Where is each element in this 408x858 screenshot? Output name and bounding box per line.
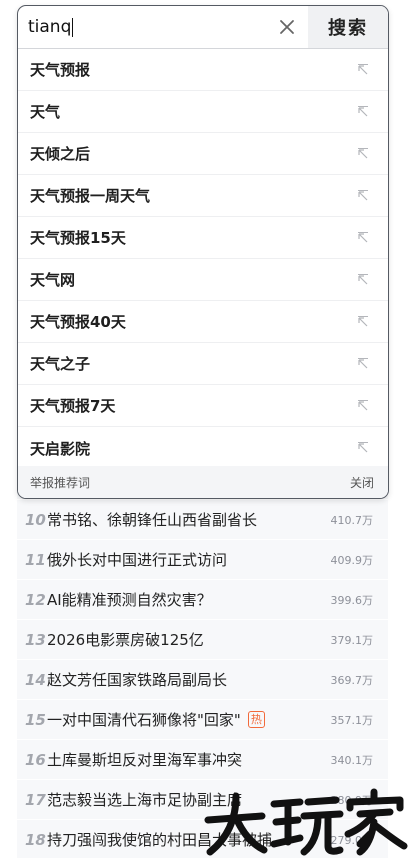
hot-list-item[interactable]: 11 俄外长对中国进行正式访问 409.9万 bbox=[17, 540, 388, 580]
search-suggestion-panel: tianq 搜索 天气预报 天气 天倾之后 天气预报一周天气 天气预报15天 天… bbox=[17, 5, 389, 499]
hot-title: 常书铭、徐朝锋任山西省副省长 bbox=[47, 511, 258, 529]
hot-rank: 15 bbox=[25, 710, 46, 729]
suggestion-text: 天气预报15天 bbox=[30, 229, 126, 247]
suggestion-text: 天气之子 bbox=[30, 355, 91, 373]
clear-button[interactable] bbox=[266, 6, 308, 48]
hot-rank: 12 bbox=[25, 590, 46, 609]
fill-query-arrow-icon[interactable] bbox=[356, 105, 370, 119]
search-bar: tianq 搜索 bbox=[18, 6, 388, 49]
suggestion-text: 天气 bbox=[30, 103, 61, 121]
fill-query-arrow-icon[interactable] bbox=[356, 441, 370, 455]
suggestion-item[interactable]: 天气预报40天 bbox=[18, 301, 388, 343]
fill-query-arrow-icon[interactable] bbox=[356, 399, 370, 413]
hot-rank: 18 bbox=[25, 830, 46, 849]
hot-rank: 14 bbox=[25, 670, 46, 689]
hot-title: 一对中国清代石狮像将"回家" bbox=[47, 711, 241, 729]
hot-list-item[interactable]: 14 赵文芳任国家铁路局副局长 369.7万 bbox=[17, 660, 388, 700]
suggestion-text: 天气预报40天 bbox=[30, 313, 126, 331]
hot-badge: 热 bbox=[247, 711, 265, 728]
hot-count: 340.1万 bbox=[330, 753, 374, 767]
fill-query-arrow-icon[interactable] bbox=[356, 357, 370, 371]
suggestion-text: 天气预报一周天气 bbox=[30, 187, 151, 205]
suggestion-text: 天气预报7天 bbox=[30, 397, 116, 415]
hot-title: 俄外长对中国进行正式访问 bbox=[47, 551, 228, 569]
hot-rank: 13 bbox=[25, 630, 46, 649]
fill-query-arrow-icon[interactable] bbox=[356, 147, 370, 161]
hot-title: AI能精准预测自然灾害？ bbox=[47, 591, 212, 609]
hot-list-item[interactable]: 16 土库曼斯坦反对里海军事冲突 340.1万 bbox=[17, 740, 388, 780]
hot-count: 369.7万 bbox=[330, 673, 374, 687]
hot-list-item[interactable]: 10 常书铭、徐朝锋任山西省副省长 410.7万 bbox=[17, 500, 388, 540]
hot-list-item[interactable]: 12 AI能精准预测自然灾害？ 399.6万 bbox=[17, 580, 388, 620]
hot-count: 410.7万 bbox=[330, 513, 374, 527]
suggestion-item[interactable]: 天气 bbox=[18, 91, 388, 133]
close-suggestions-button[interactable]: 关闭 bbox=[350, 474, 374, 491]
suggestion-item[interactable]: 天气之子 bbox=[18, 343, 388, 385]
suggestion-footer: 举报推荐词 关闭 bbox=[18, 466, 388, 498]
close-icon bbox=[280, 20, 294, 34]
hot-title: 2026电影票房破125亿 bbox=[47, 631, 204, 649]
hot-count: 357.1万 bbox=[330, 713, 374, 727]
suggestion-item[interactable]: 天气预报15天 bbox=[18, 217, 388, 259]
suggestion-text: 天气预报 bbox=[30, 61, 91, 79]
hot-rank: 17 bbox=[25, 790, 46, 809]
search-button[interactable]: 搜索 bbox=[308, 6, 388, 48]
search-query-text: tianq bbox=[28, 17, 72, 37]
fill-query-arrow-icon[interactable] bbox=[356, 63, 370, 77]
hot-title: 赵文芳任国家铁路局副局长 bbox=[47, 671, 228, 689]
hot-list-item[interactable]: 13 2026电影票房破125亿 379.1万 bbox=[17, 620, 388, 660]
text-caret bbox=[72, 17, 74, 37]
suggestion-item[interactable]: 天倾之后 bbox=[18, 133, 388, 175]
suggestion-item[interactable]: 天气预报一周天气 bbox=[18, 175, 388, 217]
hot-count: 409.9万 bbox=[330, 553, 374, 567]
fill-query-arrow-icon[interactable] bbox=[356, 189, 370, 203]
hot-rank: 11 bbox=[25, 550, 46, 569]
suggestion-text: 天倾之后 bbox=[30, 145, 91, 163]
report-suggestions-link[interactable]: 举报推荐词 bbox=[30, 474, 90, 491]
suggestion-text: 天启影院 bbox=[30, 439, 91, 458]
fill-query-arrow-icon[interactable] bbox=[356, 231, 370, 245]
hot-list-item[interactable]: 15 一对中国清代石狮像将"回家" 热 357.1万 bbox=[17, 700, 388, 740]
suggestion-text: 天气网 bbox=[30, 271, 76, 289]
suggestion-item[interactable]: 天气预报 bbox=[18, 49, 388, 91]
watermark-logo bbox=[204, 788, 408, 856]
suggestion-item[interactable]: 天气预报7天 bbox=[18, 385, 388, 427]
fill-query-arrow-icon[interactable] bbox=[356, 315, 370, 329]
search-input[interactable]: tianq bbox=[18, 6, 266, 48]
hot-count: 379.1万 bbox=[330, 633, 374, 647]
suggestion-item[interactable]: 天气网 bbox=[18, 259, 388, 301]
hot-count: 399.6万 bbox=[330, 593, 374, 607]
fill-query-arrow-icon[interactable] bbox=[356, 273, 370, 287]
hot-rank: 16 bbox=[25, 750, 46, 769]
hot-rank: 10 bbox=[25, 510, 46, 529]
hot-title: 土库曼斯坦反对里海军事冲突 bbox=[47, 751, 243, 769]
suggestion-item[interactable]: 天启影院 bbox=[18, 427, 388, 469]
